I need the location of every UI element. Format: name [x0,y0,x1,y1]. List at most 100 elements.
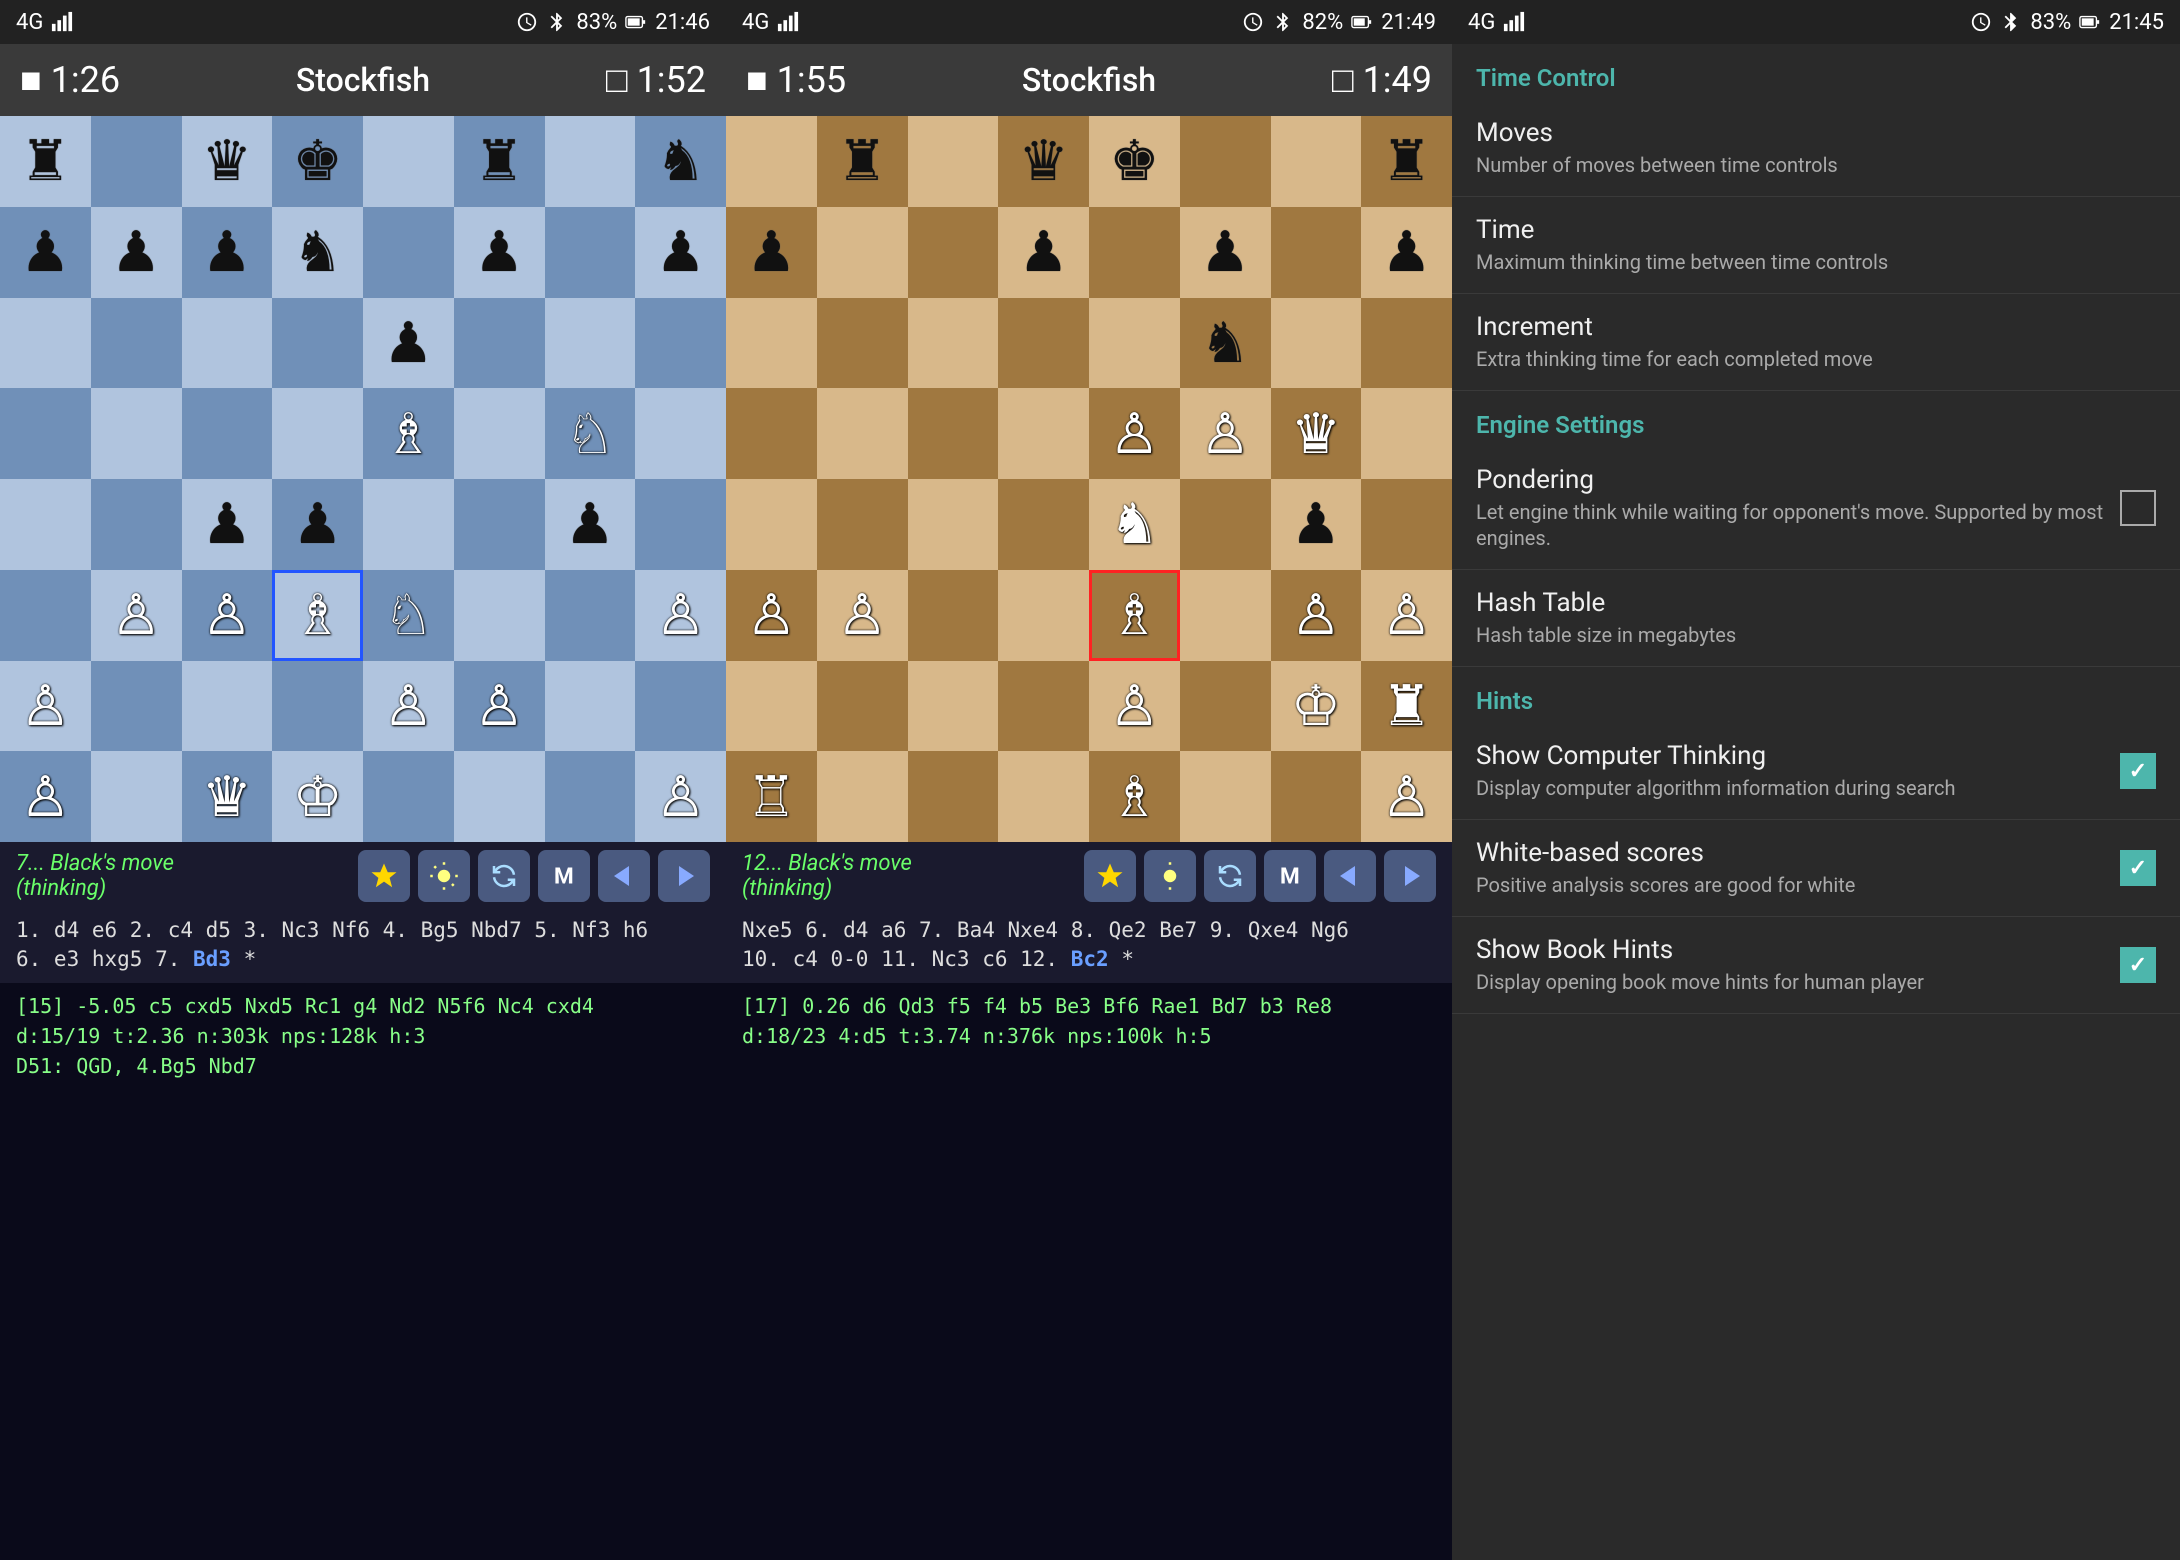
book-hints-checkbox[interactable] [2120,947,2156,983]
cell-6-2[interactable] [908,661,999,752]
cell-2-6[interactable] [545,298,636,389]
cell-4-6[interactable]: ♟ [1271,479,1362,570]
cell-3-7[interactable] [635,388,726,479]
cell-7-3[interactable]: ♔ [272,751,363,842]
cell-1-3[interactable]: ♟ [998,207,1089,298]
show-thinking-checkbox[interactable] [2120,753,2156,789]
cell-4-0[interactable] [726,479,817,570]
cell-4-0[interactable] [0,479,91,570]
cell-7-3[interactable] [998,751,1089,842]
light-button-1[interactable] [418,850,470,902]
cell-0-4[interactable]: ♚ [1089,116,1180,207]
cell-1-0[interactable]: ♟ [0,207,91,298]
cell-7-6[interactable] [1271,751,1362,842]
cell-7-0[interactable]: ♙ [0,751,91,842]
light-button-2[interactable] [1144,850,1196,902]
cell-3-4[interactable]: ♙ [1089,388,1180,479]
cell-7-5[interactable] [454,751,545,842]
back-button-2[interactable] [1324,850,1376,902]
cell-4-4[interactable] [363,479,454,570]
cell-1-0[interactable]: ♟ [726,207,817,298]
rotate-button-2[interactable] [1204,850,1256,902]
cell-6-6[interactable] [545,661,636,752]
cell-0-2[interactable] [908,116,999,207]
cell-5-0[interactable] [0,570,91,661]
cell-6-7[interactable] [635,661,726,752]
cell-2-5[interactable] [454,298,545,389]
back-button-1[interactable] [598,850,650,902]
cell-5-6[interactable] [545,570,636,661]
cell-3-2[interactable] [908,388,999,479]
cell-6-1[interactable] [817,661,908,752]
cell-6-4[interactable]: ♙ [1089,661,1180,752]
cell-2-7[interactable] [635,298,726,389]
cell-3-1[interactable] [91,388,182,479]
cell-7-6[interactable] [545,751,636,842]
settings-item-white-scores[interactable]: White-based scores Positive analysis sco… [1452,820,2180,917]
cell-1-2[interactable] [908,207,999,298]
cell-5-7[interactable]: ♙ [635,570,726,661]
cell-0-2[interactable]: ♛ [182,116,273,207]
cell-5-7[interactable]: ♙ [1361,570,1452,661]
rotate-button-1[interactable] [478,850,530,902]
cell-0-7[interactable]: ♞ [635,116,726,207]
cell-4-3[interactable]: ♟ [272,479,363,570]
cell-5-2[interactable]: ♙ [182,570,273,661]
cell-4-2[interactable]: ♟ [182,479,273,570]
cell-3-7[interactable] [1361,388,1452,479]
cell-2-4[interactable] [1089,298,1180,389]
cell-7-0[interactable]: ♖ [726,751,817,842]
cell-6-3[interactable] [998,661,1089,752]
cell-4-3[interactable] [998,479,1089,570]
cell-1-4[interactable] [1089,207,1180,298]
cell-0-6[interactable] [1271,116,1362,207]
cell-1-3[interactable]: ♞ [272,207,363,298]
cell-3-0[interactable] [0,388,91,479]
cell-0-1[interactable]: ♜ [817,116,908,207]
cell-3-5[interactable]: ♙ [1180,388,1271,479]
menu-button-1[interactable]: M [538,850,590,902]
cell-7-7[interactable]: ♙ [1361,751,1452,842]
cell-4-1[interactable] [817,479,908,570]
cell-2-1[interactable] [817,298,908,389]
cell-5-6[interactable]: ♙ [1271,570,1362,661]
cell-7-2[interactable]: ♛ [182,751,273,842]
cell-0-5[interactable] [1180,116,1271,207]
hint-button-1[interactable] [358,850,410,902]
cell-5-3[interactable]: ♗ [272,570,363,661]
cell-1-5[interactable]: ♟ [1180,207,1271,298]
cell-1-1[interactable] [817,207,908,298]
cell-0-7[interactable]: ♜ [1361,116,1452,207]
cell-1-5[interactable]: ♟ [454,207,545,298]
cell-6-1[interactable] [91,661,182,752]
cell-5-4[interactable]: ♘ [363,570,454,661]
settings-item-book-hints[interactable]: Show Book Hints Display opening book mov… [1452,917,2180,1014]
cell-2-2[interactable] [182,298,273,389]
cell-5-5[interactable] [454,570,545,661]
cell-7-1[interactable] [817,751,908,842]
settings-item-pondering[interactable]: Pondering Let engine think while waiting… [1452,447,2180,570]
forward-button-2[interactable] [1384,850,1436,902]
white-scores-checkbox[interactable] [2120,850,2156,886]
cell-7-5[interactable] [1180,751,1271,842]
cell-4-1[interactable] [91,479,182,570]
cell-3-3[interactable] [998,388,1089,479]
cell-6-2[interactable] [182,661,273,752]
cell-7-4[interactable] [363,751,454,842]
cell-6-4[interactable]: ♙ [363,661,454,752]
cell-2-1[interactable] [91,298,182,389]
forward-button-1[interactable] [658,850,710,902]
cell-2-0[interactable] [726,298,817,389]
cell-3-5[interactable] [454,388,545,479]
cell-5-2[interactable] [908,570,999,661]
game-controls-1[interactable]: M [358,850,710,902]
cell-1-1[interactable]: ♟ [91,207,182,298]
cell-3-3[interactable] [272,388,363,479]
cell-0-5[interactable]: ♜ [454,116,545,207]
cell-3-6[interactable]: ♛ [1271,388,1362,479]
cell-1-2[interactable]: ♟ [182,207,273,298]
cell-5-4[interactable]: ♗ [1089,570,1180,661]
cell-0-1[interactable] [91,116,182,207]
cell-4-4[interactable]: ♞ [1089,479,1180,570]
cell-6-5[interactable]: ♙ [454,661,545,752]
